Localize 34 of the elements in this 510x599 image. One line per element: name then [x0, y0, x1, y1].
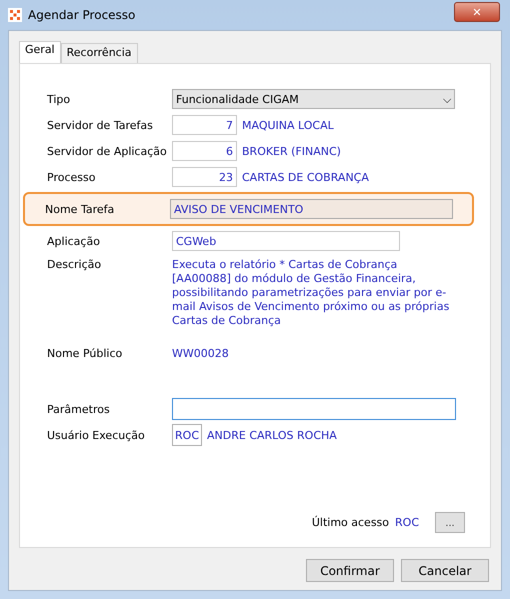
- field-label: Aplicação: [47, 234, 101, 248]
- field-label: Nome Público: [47, 346, 124, 360]
- code-field[interactable]: 23: [172, 167, 237, 187]
- type-dropdown[interactable]: Funcionalidade CIGAM ⌵: [172, 89, 455, 109]
- field-label: Parâmetros: [47, 402, 111, 416]
- tab[interactable]: Recorrência: [60, 43, 138, 63]
- caret-icon: ⌵: [443, 92, 451, 106]
- task-name-field: AVISO DE VENCIMENTO: [170, 199, 453, 219]
- field-label: Usuário Execução: [47, 428, 146, 442]
- field-label: Processo: [47, 170, 96, 184]
- field-label: Nome Tarefa: [45, 202, 116, 216]
- code-field[interactable]: 6: [172, 141, 237, 161]
- public-name-value: WW00028: [172, 346, 229, 360]
- more-button[interactable]: ...: [435, 512, 465, 533]
- field-label: Servidor de Aplicação: [47, 144, 168, 158]
- field-label: Servidor de Tarefas: [47, 118, 154, 132]
- window-title: Agendar Processo: [28, 8, 136, 22]
- field-description: MAQUINA LOCAL: [242, 118, 334, 132]
- code-field[interactable]: 7: [172, 115, 237, 135]
- description-text: Executa o relatório * Cartas de Cobrança [AA00088] do módulo de Gestão Financeira, possibilitando parametrizações para enviar por e-mail Avisos de Vencimento próximo ou as próprias Cartas de Cobrança: [172, 258, 450, 328]
- tab[interactable]: Geral: [19, 41, 61, 63]
- field-description: CARTAS DE COBRANÇA: [242, 170, 369, 184]
- last-access-value: ROC: [395, 516, 419, 529]
- field-label: Tipo: [47, 92, 72, 106]
- application-field[interactable]: CGWeb: [172, 231, 400, 251]
- field-label: Descrição: [47, 258, 102, 271]
- user-name: ANDRE CARLOS ROCHA: [207, 428, 337, 442]
- app-logo-icon: [8, 8, 22, 22]
- user-code-field[interactable]: ROC: [172, 424, 202, 446]
- last-access-label: Último acesso: [312, 516, 390, 529]
- dialog-button[interactable]: Cancelar: [401, 559, 489, 582]
- field-description: BROKER (FINANC): [242, 144, 341, 158]
- parameters-field[interactable]: [172, 398, 456, 420]
- dialog-button[interactable]: Confirmar: [306, 559, 394, 582]
